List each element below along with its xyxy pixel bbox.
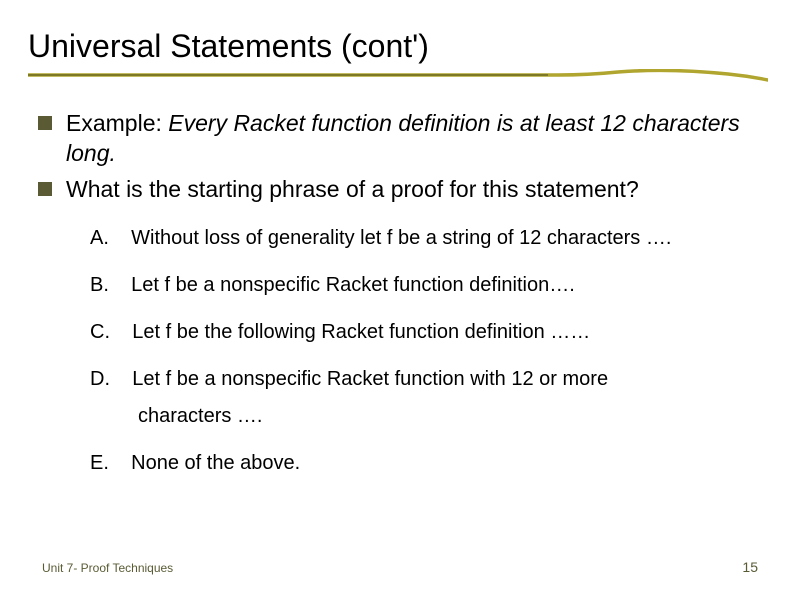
option-text: Let f be a nonspecific Racket function d… [131, 274, 575, 296]
option-label: D. [90, 368, 110, 390]
option-item: A. Without loss of generality let f be a… [90, 225, 766, 252]
option-label: C. [90, 321, 110, 343]
option-text: None of the above. [131, 452, 300, 474]
option-label: B. [90, 274, 109, 296]
options-list: A. Without loss of generality let f be a… [90, 225, 766, 477]
slide: Universal Statements (cont') Example: Ev… [0, 0, 794, 595]
option-item: D. Let f be a nonspecific Racket functio… [90, 366, 766, 430]
page-number: 15 [742, 559, 758, 575]
option-text: Let f be the following Racket function d… [132, 321, 590, 343]
option-item: E. None of the above. [90, 450, 766, 477]
footer-text: Unit 7- Proof Techniques [42, 561, 173, 575]
option-item: C. Let f be the following Racket functio… [90, 319, 766, 346]
option-text: Let f be a nonspecific Racket function w… [132, 368, 608, 390]
option-cont: characters …. [138, 403, 766, 430]
bullet-prefix: Example: [66, 110, 168, 136]
bullet-item: Example: Every Racket function definitio… [38, 109, 766, 169]
option-label: E. [90, 452, 109, 474]
slide-title: Universal Statements (cont') [28, 28, 766, 65]
option-label: A. [90, 227, 109, 249]
bullet-item: What is the starting phrase of a proof f… [38, 175, 766, 205]
option-item: B. Let f be a nonspecific Racket functio… [90, 272, 766, 299]
title-underline [28, 69, 766, 83]
bullet-text: What is the starting phrase of a proof f… [66, 176, 639, 202]
option-text: Without loss of generality let f be a st… [131, 227, 671, 249]
bullet-italic: Every Racket function definition is at l… [66, 110, 740, 166]
bullet-list: Example: Every Racket function definitio… [38, 109, 766, 205]
